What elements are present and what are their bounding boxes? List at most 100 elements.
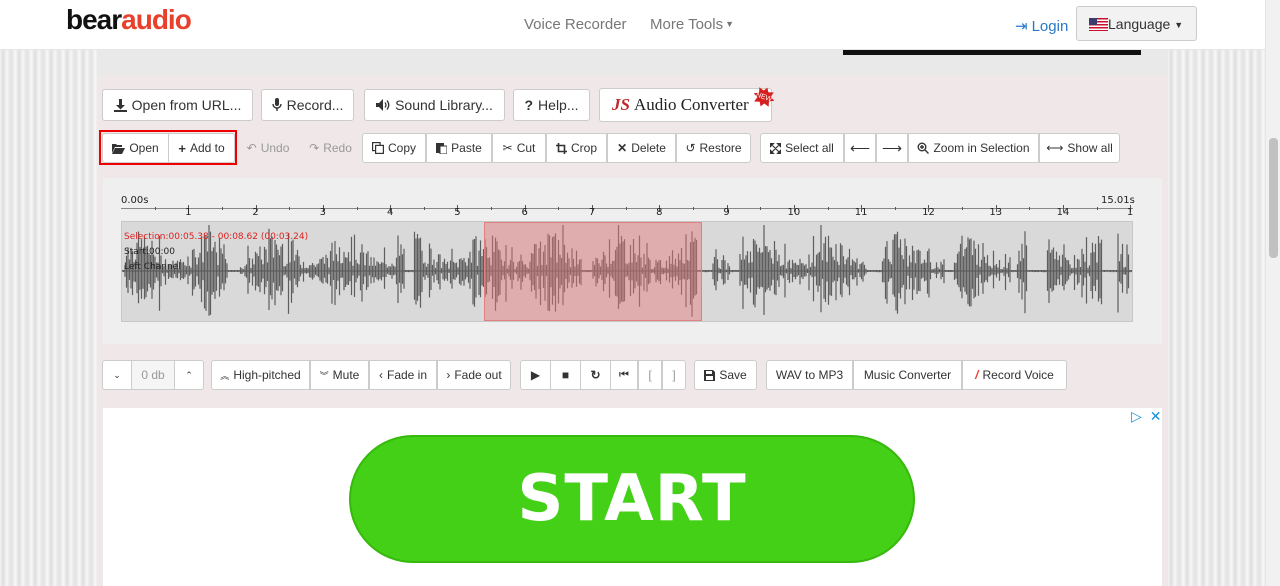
repeat-icon: ↻: [590, 368, 601, 382]
channel-info: Left Channel: [124, 262, 181, 272]
cut-button[interactable]: ✂ Cut: [492, 133, 546, 163]
converter-js-text: JS: [612, 95, 630, 114]
double-chevron-down-icon: ︾: [319, 370, 329, 381]
mute-button[interactable]: ︾ Mute: [310, 360, 369, 390]
mark-start-button[interactable]: [: [638, 360, 662, 390]
scissors-icon: ✂: [502, 141, 513, 155]
restore-label: Restore: [699, 141, 742, 155]
redo-button[interactable]: ↷ Redo: [299, 133, 362, 163]
bearaudio-logo[interactable]: bearaudio: [66, 4, 192, 36]
nav-more-tools[interactable]: More Tools ▼: [650, 16, 734, 33]
skip-start-button[interactable]: ⏮: [610, 360, 638, 390]
background-right: [1168, 0, 1265, 586]
timeline-minor-tick: [625, 207, 627, 210]
timeline-tick-label: 7: [588, 207, 596, 218]
copy-button[interactable]: Copy: [362, 133, 426, 163]
open-button[interactable]: Open: [102, 133, 169, 163]
selection-region[interactable]: [484, 222, 702, 321]
stop-button[interactable]: ■: [550, 360, 581, 390]
sound-library-label: Sound Library...: [395, 97, 493, 113]
login-label: Login: [1031, 18, 1069, 35]
record-button[interactable]: Record...: [261, 89, 354, 121]
page-scrollbar[interactable]: [1265, 0, 1280, 586]
record-voice-button[interactable]: / Record Voice: [962, 360, 1067, 390]
paste-label: Paste: [451, 141, 482, 155]
chevron-up-icon: ⌃: [185, 369, 193, 380]
db-display: 0 db: [132, 360, 174, 390]
crop-icon: [555, 142, 567, 154]
volume-icon: [376, 99, 390, 111]
ad-start-button[interactable]: START: [349, 435, 915, 563]
start-info: Start:00:00: [124, 247, 175, 257]
open-label: Open: [129, 141, 159, 155]
play-button[interactable]: ▶: [520, 360, 551, 390]
converter-text: Audio Converter: [633, 95, 749, 114]
adchoices-icon[interactable]: ▷: [1131, 408, 1142, 425]
sound-library-button[interactable]: Sound Library...: [364, 89, 505, 121]
timeline-tick-label: 12: [922, 207, 935, 218]
timeline-tick-label: 11: [854, 207, 868, 218]
music-converter-button[interactable]: Music Converter: [853, 360, 962, 390]
record-voice-icon: /: [975, 368, 979, 382]
move-right-button[interactable]: ⟶: [876, 133, 908, 163]
timeline-tick-label: 13: [989, 207, 1003, 218]
close-icon: ✕: [617, 141, 628, 155]
step-backward-icon: ⏮: [619, 368, 629, 381]
nav-voice-recorder[interactable]: Voice Recorder: [524, 16, 627, 33]
record-label: Record...: [286, 97, 344, 113]
show-all-button[interactable]: ⟷ Show all: [1039, 133, 1120, 163]
add-to-button[interactable]: + Add to: [168, 133, 235, 163]
top-dark-bar: [843, 50, 1141, 55]
history-icon: ↺: [685, 141, 696, 155]
delete-button[interactable]: ✕ Delete: [607, 133, 676, 163]
js-audio-converter-button[interactable]: JS Audio Converter NEW: [599, 88, 772, 122]
music-converter-label: Music Converter: [863, 368, 952, 382]
timeline-minor-tick: [491, 207, 493, 210]
fade-in-button[interactable]: ‹ Fade in: [369, 360, 437, 390]
paste-button[interactable]: Paste: [426, 133, 492, 163]
timeline-ruler[interactable]: 0.00s 15.01s 1 2 3 4 5 6 7 8 9 10 11 12 13 14 1: [121, 195, 1135, 219]
help-button[interactable]: ? Help...: [513, 89, 590, 121]
floppy-disk-icon: [704, 369, 716, 381]
us-flag-icon: [1089, 18, 1108, 31]
scrollbar-thumb[interactable]: [1269, 138, 1278, 258]
fade-out-button[interactable]: › Fade out: [437, 360, 511, 390]
select-all-button[interactable]: Select all: [760, 133, 844, 163]
play-icon: ▶: [530, 368, 541, 382]
double-chevron-up-icon: ︽: [220, 370, 230, 381]
cut-label: Cut: [516, 141, 536, 155]
timeline-minor-tick: [289, 207, 291, 210]
fade-out-label: Fade out: [454, 368, 502, 382]
language-dropdown[interactable]: Language ▼: [1076, 6, 1197, 41]
stop-icon: ■: [561, 368, 570, 382]
microphone-icon: [271, 98, 282, 111]
redo-icon: ↷: [309, 141, 320, 155]
zoom-selection-button[interactable]: Zoom in Selection: [908, 133, 1039, 163]
wav-to-mp3-label: WAV to MP3: [775, 368, 844, 382]
open-from-url-button[interactable]: Open from URL...: [102, 89, 253, 121]
ad-choices[interactable]: ▷ ✕: [1131, 408, 1162, 425]
crop-label: Crop: [570, 141, 597, 155]
timeline-minor-tick: [558, 207, 560, 210]
high-pitched-button[interactable]: ︽ High-pitched: [211, 360, 310, 390]
save-button[interactable]: Save: [694, 360, 757, 390]
close-icon[interactable]: ✕: [1150, 408, 1162, 425]
timeline-minor-tick: [827, 207, 829, 210]
bracket-right-label: ]: [672, 368, 676, 382]
arrow-left-icon: ⟵: [849, 139, 871, 156]
loop-button[interactable]: ↻: [580, 360, 611, 390]
restore-button[interactable]: ↺ Restore: [676, 133, 751, 163]
volume-down-button[interactable]: ⌄: [102, 360, 132, 390]
volume-up-button[interactable]: ⌃: [174, 360, 204, 390]
select-all-label: Select all: [785, 141, 834, 155]
wav-to-mp3-button[interactable]: WAV to MP3: [766, 360, 853, 390]
timeline-tick-label: 10: [787, 207, 801, 218]
move-left-button[interactable]: ⟵: [844, 133, 876, 163]
timeline-minor-tick: [1029, 207, 1031, 210]
undo-button[interactable]: ↶ Undo: [237, 133, 299, 163]
crop-button[interactable]: Crop: [546, 133, 607, 163]
navbar: bearaudio Voice Recorder More Tools ▼ ⇥ Lo…: [0, 0, 1265, 50]
mark-end-button[interactable]: ]: [662, 360, 686, 390]
login-link[interactable]: ⇥ Login: [1015, 17, 1068, 35]
timeline-tick-label: 14: [1056, 207, 1070, 218]
